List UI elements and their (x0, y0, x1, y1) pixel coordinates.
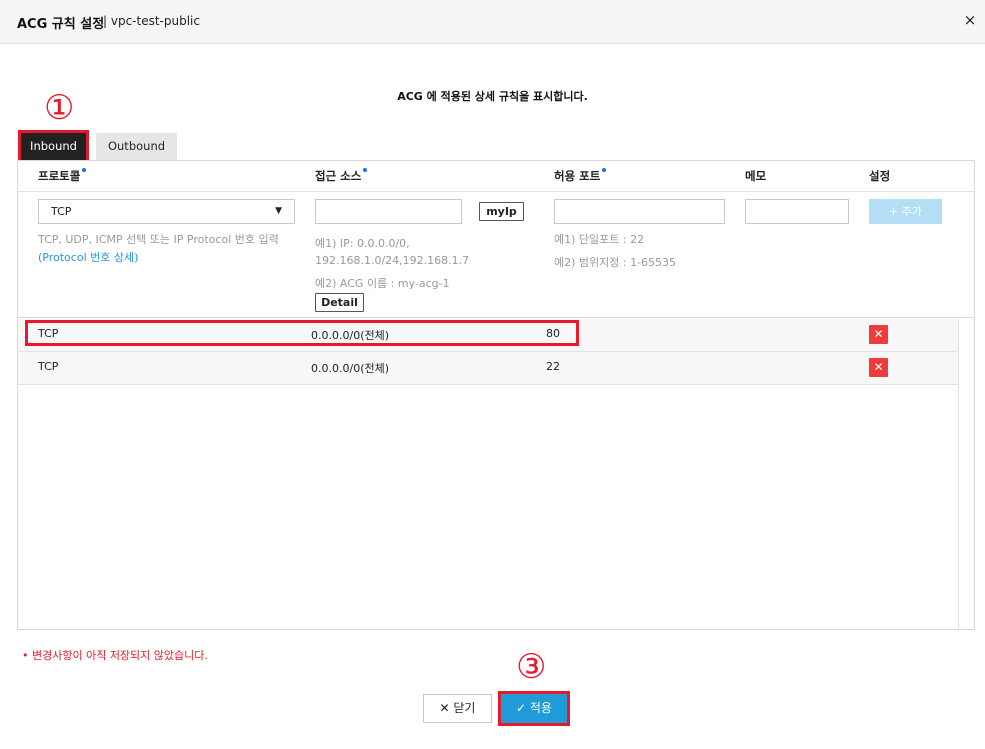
row-highlight (25, 320, 579, 346)
protocol-hint: TCP, UDP, ICMP 선택 또는 IP Protocol 번호 입력 (38, 233, 279, 246)
caret-down-icon: ▼ (275, 206, 282, 216)
row-source: 0.0.0.0/0(전체) (311, 362, 390, 375)
dialog-subtitle: | vpc-test-public (103, 14, 200, 28)
port-hint-2: 예2) 범위지정 : 1-65535 (554, 256, 677, 269)
protocol-select[interactable]: TCP ▼ (38, 199, 295, 224)
annotation-1: ① (44, 88, 75, 128)
column-settings: 설정 (869, 169, 891, 183)
required-dot-icon (363, 168, 368, 172)
column-source: 접근 소스 (315, 168, 368, 184)
port-input[interactable] (554, 199, 725, 224)
required-dot-icon (82, 168, 87, 172)
source-hint-1: 예1) IP: 0.0.0.0/0, (315, 237, 410, 250)
annotation-3: ③ (516, 647, 547, 687)
add-rule-button[interactable]: + 추가 (869, 199, 942, 224)
dialog-title: ACG 규칙 설정 (17, 17, 105, 32)
source-hint-1b: 192.168.1.0/24,192.168.1.7 (315, 254, 470, 267)
column-memo: 메모 (745, 169, 767, 183)
apply-button[interactable]: ✓ 적용 (498, 691, 570, 726)
source-hint-2: 예2) ACG 이름 : my-acg-1 (315, 277, 450, 290)
protocol-number-link[interactable]: (Protocol 번호 상세) (38, 249, 138, 265)
detail-button[interactable]: Detail (315, 293, 364, 312)
port-hint-1: 예1) 단일포트 : 22 (554, 233, 645, 246)
row-port: 22 (546, 360, 560, 373)
unsaved-warning: • 변경사항이 아직 저장되지 않았습니다. (22, 649, 208, 662)
protocol-select-value: TCP (51, 205, 72, 218)
column-port: 허용 포트 (554, 168, 607, 184)
tab-outbound[interactable]: Outbound (96, 133, 177, 160)
column-protocol: 프로토콜 (38, 168, 87, 184)
delete-rule-icon[interactable]: ✕ (869, 358, 888, 377)
table-scrollbar[interactable] (958, 319, 974, 629)
close-button[interactable]: ✕ 닫기 (423, 694, 492, 723)
table-row (18, 352, 959, 385)
source-input[interactable] (315, 199, 462, 224)
memo-input[interactable] (745, 199, 849, 224)
required-dot-icon (602, 168, 607, 172)
dialog-description: ACG 에 적용된 상세 규칙을 표시합니다. (397, 90, 588, 103)
tab-inbound[interactable]: Inbound (18, 130, 89, 163)
row-protocol: TCP (38, 360, 59, 373)
myip-button[interactable]: myIp (479, 202, 524, 221)
close-icon[interactable]: × (962, 11, 978, 29)
delete-rule-icon[interactable]: ✕ (869, 325, 888, 344)
table-header (18, 161, 974, 192)
